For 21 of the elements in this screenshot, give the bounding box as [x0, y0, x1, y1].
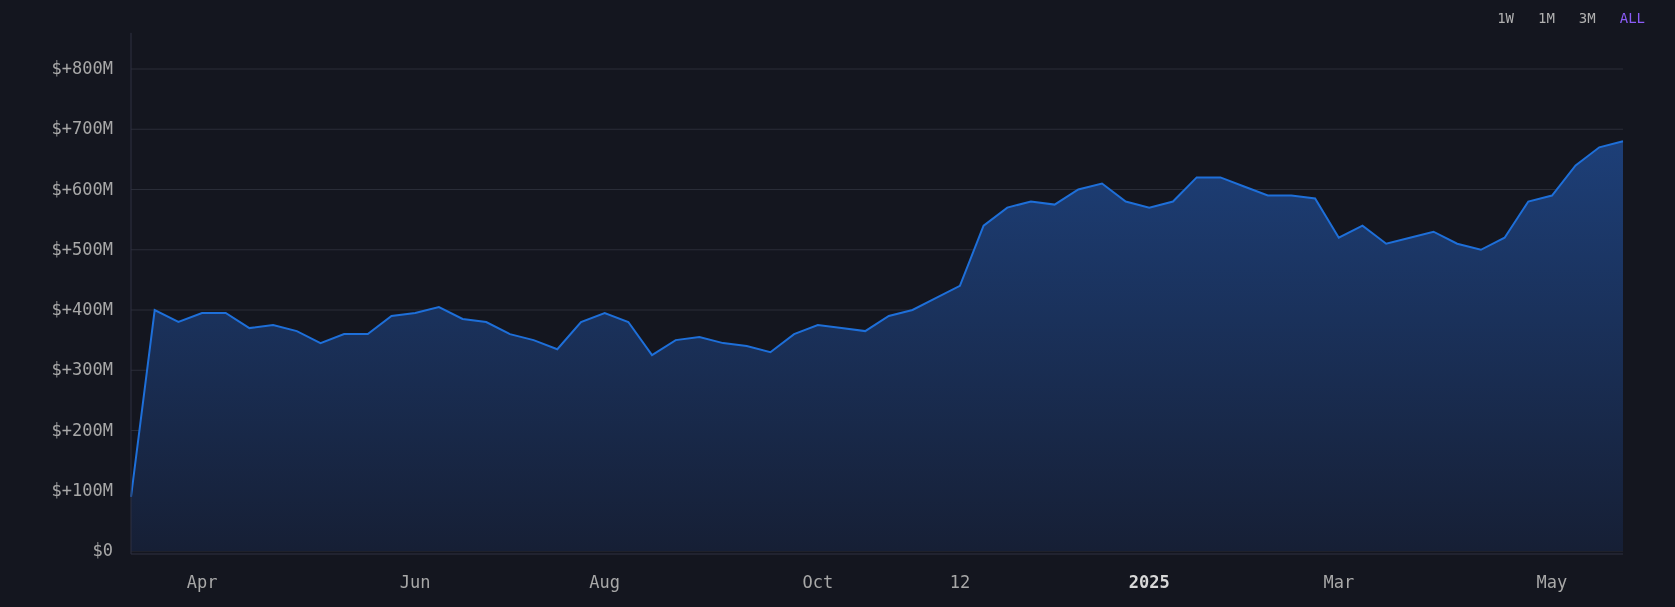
y-axis-label: $+700M [51, 118, 113, 139]
range-tab[interactable]: 3M [1578, 7, 1596, 29]
x-axis-label: Aug [589, 572, 620, 592]
y-axis-label: $+300M [51, 359, 113, 380]
x-axis-label: May [1536, 572, 1568, 592]
y-axis-label: $+600M [51, 178, 113, 199]
x-axis-label: 2025 [1128, 572, 1170, 592]
x-axis-label: Apr [186, 572, 218, 592]
x-axis-label: 12 [949, 572, 971, 592]
range-tab[interactable]: 1M [1538, 7, 1555, 29]
y-axis-label: $+100M [51, 479, 113, 500]
range-tab[interactable]: 1W [1497, 7, 1514, 29]
y-axis-label: $+200M [51, 419, 113, 440]
x-axis-label: Jun [399, 572, 431, 592]
y-axis-label: $0 [92, 540, 113, 560]
range-tab[interactable]: ALL [1619, 7, 1645, 29]
y-axis-label: $+500M [51, 238, 113, 259]
y-axis-label: $+800M [51, 58, 113, 78]
x-axis-label: Oct [802, 572, 834, 592]
y-axis-label: $+400M [51, 299, 113, 319]
x-axis-label: Mar [1323, 572, 1355, 592]
